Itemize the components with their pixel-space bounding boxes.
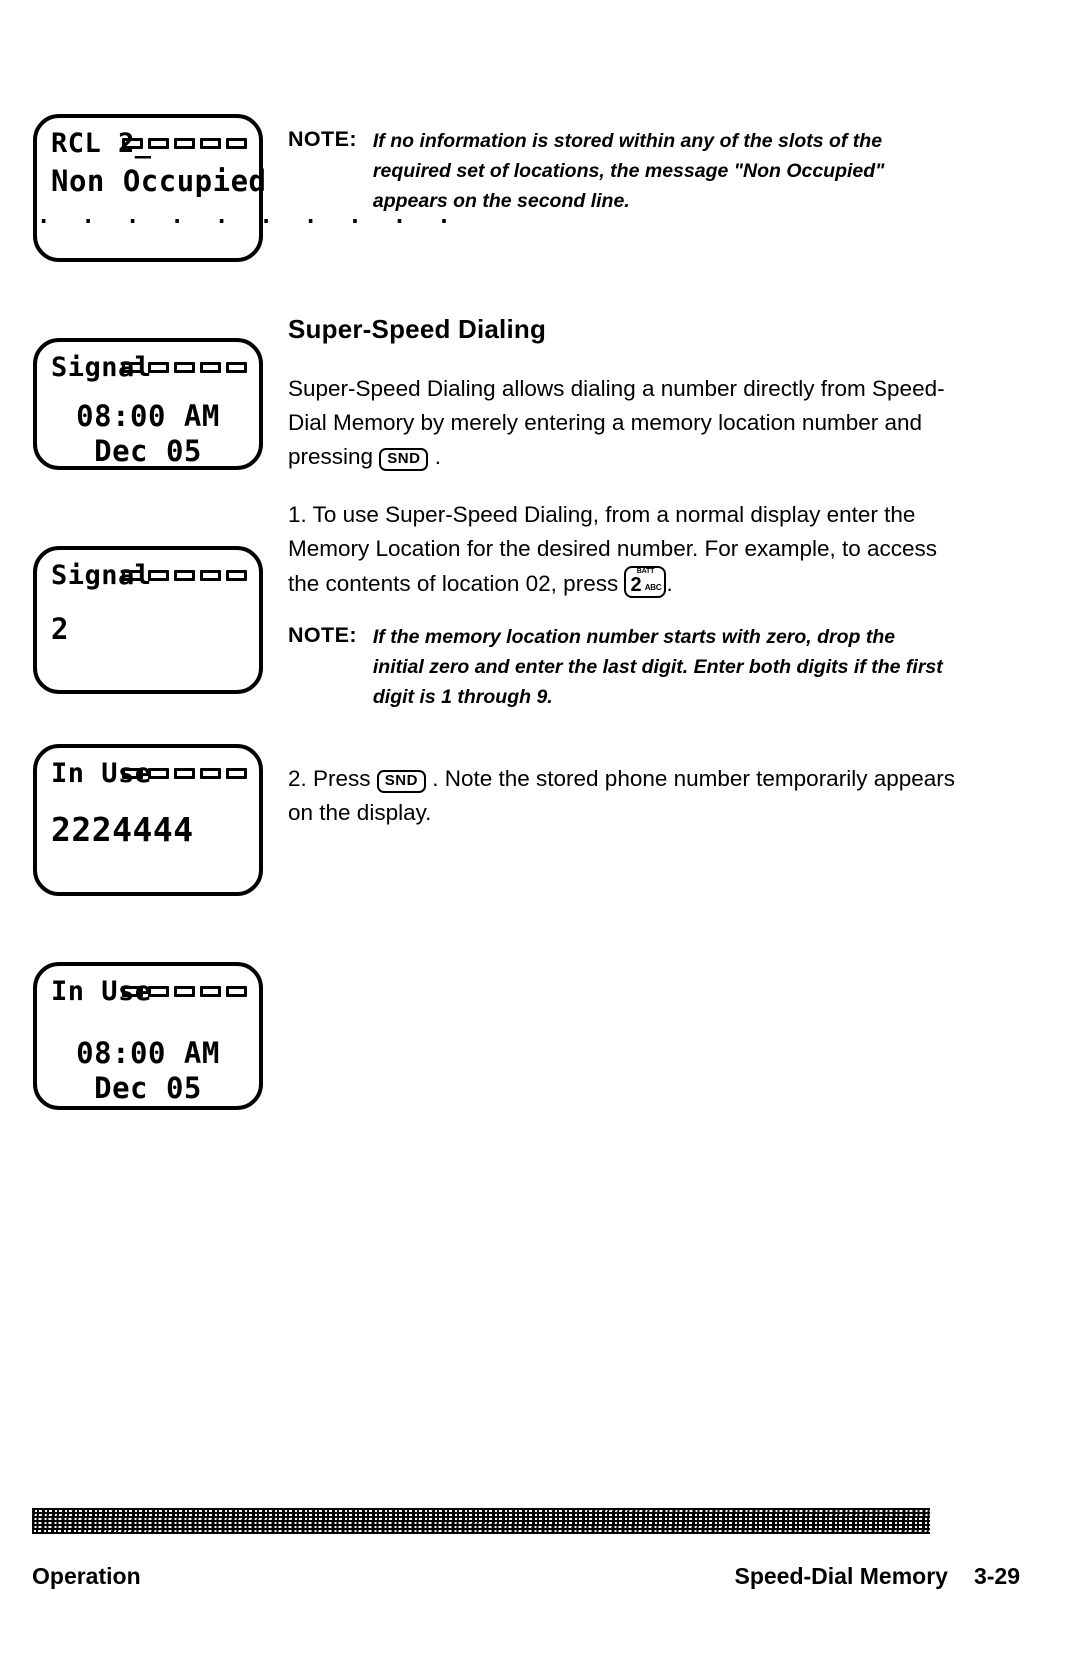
page-number: 3-29 xyxy=(973,1563,1020,1589)
signal-bar xyxy=(148,362,169,373)
signal-bar xyxy=(226,986,247,997)
lcd-line-2: 2224444 xyxy=(51,810,194,849)
note-text: If no information is stored within any o… xyxy=(373,126,953,216)
signal-bar xyxy=(174,138,195,149)
note-label: NOTE: xyxy=(288,623,357,647)
lcd-display-in-use-number: In Use 2224444 xyxy=(33,744,263,896)
signal-bar xyxy=(174,768,195,779)
step-2: 2. Press SND . Note the stored phone num… xyxy=(288,762,958,830)
lcd-line-2: 08:00 AM xyxy=(76,1036,220,1070)
footer-page-info: Speed-Dial Memory 3-29 xyxy=(735,1563,1021,1590)
step-2-text: 2. Press xyxy=(288,766,377,791)
signal-bar xyxy=(200,986,221,997)
signal-bars-icon xyxy=(122,138,247,149)
signal-bar xyxy=(200,570,221,581)
intro-text-part2: . xyxy=(428,444,441,469)
signal-bar xyxy=(122,570,143,581)
note-memory-location-zero: NOTE: If the memory location number star… xyxy=(288,622,948,712)
signal-bar xyxy=(122,138,143,149)
numeric-key-digit: 2 xyxy=(630,574,642,596)
signal-bar xyxy=(174,986,195,997)
signal-bar xyxy=(200,768,221,779)
note-non-occupied: NOTE: If no information is stored within… xyxy=(288,126,953,216)
step-1-text: 1. To use Super-Speed Dialing, from a no… xyxy=(288,502,938,596)
signal-bars-icon xyxy=(122,768,247,779)
lcd-line-2: 08:00 AM xyxy=(76,399,220,433)
signal-bar xyxy=(148,986,169,997)
signal-bar xyxy=(148,768,169,779)
lcd-line-2: Non Occupied xyxy=(51,164,267,198)
signal-bars-icon xyxy=(122,362,247,373)
signal-bar xyxy=(174,362,195,373)
snd-key-icon: SND xyxy=(379,448,429,471)
intro-paragraph: Super-Speed Dialing allows dialing a num… xyxy=(288,372,948,474)
note-text-emphasis: "Non Occupied" xyxy=(733,160,885,182)
signal-bars-icon xyxy=(122,986,247,997)
step-1-text-end: . xyxy=(666,571,673,596)
footer-divider xyxy=(32,1508,930,1534)
signal-bar xyxy=(226,138,247,149)
signal-bar xyxy=(200,362,221,373)
signal-bar xyxy=(122,986,143,997)
lcd-line-3: Dec 05 xyxy=(94,1071,202,1105)
note-text: If the memory location number starts wit… xyxy=(372,626,943,708)
numeric-key-letters: ABC xyxy=(644,583,662,592)
signal-bar xyxy=(226,362,247,373)
signal-bars-icon xyxy=(122,570,247,581)
signal-bar xyxy=(148,138,169,149)
signal-bar xyxy=(226,570,247,581)
signal-bar xyxy=(174,570,195,581)
signal-bar xyxy=(122,362,143,373)
lcd-line-3: Dec 05 xyxy=(94,434,202,468)
lcd-line-2: 2 xyxy=(51,612,69,646)
lcd-dot-row: . . . . . . . . . . xyxy=(37,204,460,229)
signal-bar xyxy=(200,138,221,149)
numeric-key-2-icon: BATT 2 ABC xyxy=(624,566,667,598)
snd-key-icon: SND xyxy=(376,770,426,793)
note-text-part2: appears on the second line. xyxy=(372,190,630,212)
note-label: NOTE: xyxy=(288,127,357,151)
lcd-display-rcl-non-occupied: RCL 2_ Non Occupied . . . . . . . . . . xyxy=(33,114,460,262)
lcd-display-signal-location: Signal 2 xyxy=(33,546,263,694)
lcd-display-signal-clock: Signal 08:00 AM Dec 05 xyxy=(33,338,263,470)
signal-bar xyxy=(148,570,169,581)
section-heading: Super-Speed Dialing xyxy=(288,314,547,344)
lcd-display-in-use-clock: In Use 08:00 AM Dec 05 xyxy=(33,962,263,1110)
signal-bar xyxy=(122,768,143,779)
step-1: 1. To use Super-Speed Dialing, from a no… xyxy=(288,498,953,601)
signal-bar xyxy=(226,768,247,779)
footer-section-label: Operation xyxy=(32,1563,141,1589)
footer-chapter-title: Speed-Dial Memory xyxy=(734,1563,948,1589)
manual-page: RCL 2_ Non Occupied . . . . . . . . . . … xyxy=(0,0,1080,1660)
